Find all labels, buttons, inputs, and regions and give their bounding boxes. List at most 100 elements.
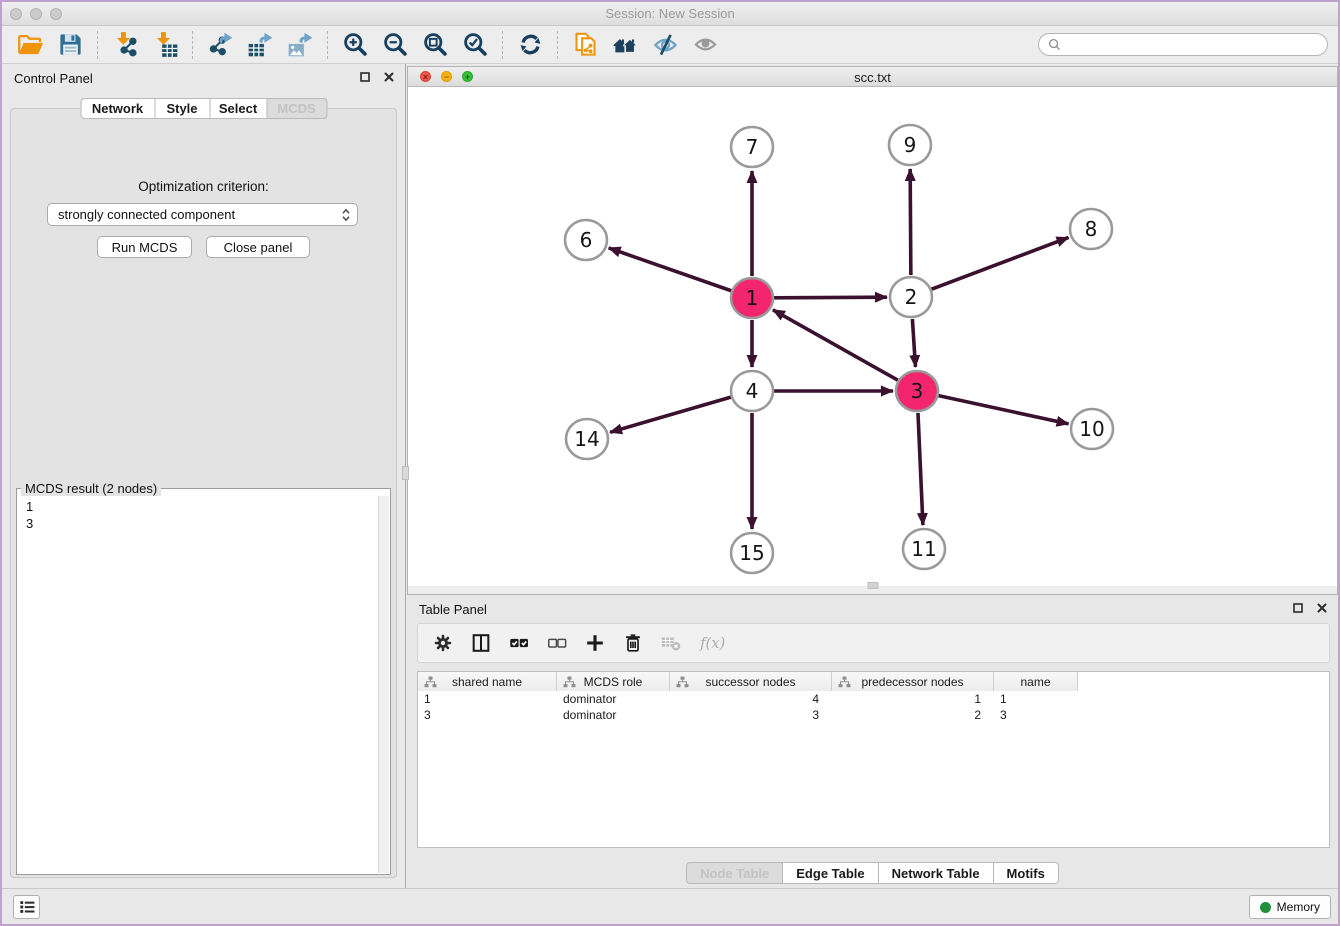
zoom-in-button[interactable] bbox=[335, 28, 375, 62]
search-input[interactable] bbox=[1067, 37, 1319, 52]
export-table-button[interactable] bbox=[240, 28, 280, 62]
first-neighbors-button[interactable] bbox=[605, 28, 645, 62]
cell-MCDS-role[interactable]: dominator bbox=[557, 707, 670, 723]
cell-predecessor-nodes[interactable]: 2 bbox=[832, 707, 994, 723]
close-panel-button[interactable]: Close panel bbox=[206, 236, 310, 258]
graph-edge-1-2[interactable] bbox=[774, 297, 887, 298]
graph-node-10[interactable]: 10 bbox=[1071, 409, 1113, 449]
show-preview-button[interactable] bbox=[685, 28, 725, 62]
deselect-all-button[interactable] bbox=[546, 632, 568, 654]
tab-edge-table[interactable]: Edge Table bbox=[783, 862, 878, 884]
tab-motifs[interactable]: Motifs bbox=[994, 862, 1059, 884]
graph-edge-3-1[interactable] bbox=[773, 310, 898, 380]
save-session-button[interactable] bbox=[50, 28, 90, 62]
column-header-MCDS-role[interactable]: MCDS role bbox=[557, 672, 670, 691]
main-toolbar-buttons bbox=[10, 28, 725, 62]
import-table-button[interactable] bbox=[145, 28, 185, 62]
column-header-successor-nodes[interactable]: successor nodes bbox=[670, 672, 832, 691]
run-mcds-button[interactable]: Run MCDS bbox=[97, 236, 192, 258]
table-row[interactable]: 1dominator411 bbox=[418, 691, 1329, 707]
tab-select[interactable]: Select bbox=[210, 98, 267, 119]
graph-node-11[interactable]: 11 bbox=[903, 529, 945, 569]
float-panel-icon[interactable] bbox=[359, 71, 371, 83]
add-column-button[interactable] bbox=[584, 632, 606, 654]
node-table-header: shared name MCDS role successor nodesprede… bbox=[418, 672, 1329, 691]
cell-MCDS-role[interactable]: dominator bbox=[557, 691, 670, 707]
task-history-button[interactable] bbox=[13, 895, 40, 919]
cell-name[interactable]: 3 bbox=[994, 707, 1078, 723]
node-label: 9 bbox=[904, 133, 917, 157]
split-resize-handle[interactable] bbox=[867, 582, 878, 589]
close-table-panel-icon[interactable] bbox=[1316, 602, 1328, 614]
graph-edge-2-3[interactable] bbox=[912, 319, 915, 367]
graph-edge-4-14[interactable] bbox=[610, 397, 731, 432]
cell-shared-name[interactable]: 1 bbox=[418, 691, 557, 707]
main-titlebar: Session: New Session bbox=[2, 2, 1338, 26]
column-header-predecessor-nodes[interactable]: predecessor nodes bbox=[832, 672, 994, 691]
graph-edge-3-10[interactable] bbox=[938, 396, 1068, 424]
tab-network[interactable]: Network bbox=[80, 98, 155, 119]
graph-edge-3-11[interactable] bbox=[918, 413, 923, 525]
graph-edge-2-8[interactable] bbox=[932, 237, 1069, 289]
mcds-result-scrollbar[interactable] bbox=[378, 496, 389, 873]
delete-columns-button[interactable] bbox=[622, 632, 644, 654]
table-row[interactable]: 3dominator323 bbox=[418, 707, 1329, 723]
cell-successor-nodes[interactable]: 3 bbox=[670, 707, 832, 723]
network-window-titlebar[interactable]: × − + scc.txt bbox=[408, 67, 1337, 87]
column-label: name bbox=[1020, 675, 1050, 689]
graph-node-4[interactable]: 4 bbox=[731, 371, 773, 411]
tab-node-table[interactable]: Node Table bbox=[686, 862, 783, 884]
network-view-window: × − + scc.txt 1 2 3 4 6 7 8 9 10 11 14 15 bbox=[407, 66, 1338, 595]
deselect-all-icon bbox=[546, 632, 568, 654]
open-session-button[interactable] bbox=[10, 28, 50, 62]
graph-node-14[interactable]: 14 bbox=[566, 419, 608, 459]
node-label: 10 bbox=[1079, 417, 1104, 441]
graph-node-6[interactable]: 6 bbox=[565, 220, 607, 260]
graph-node-8[interactable]: 8 bbox=[1070, 209, 1112, 249]
close-panel-icon[interactable] bbox=[383, 71, 395, 83]
optimization-criterion-select[interactable]: strongly connected component bbox=[47, 203, 358, 226]
clone-network-button[interactable] bbox=[565, 28, 605, 62]
panel-splitter-handle[interactable] bbox=[402, 466, 409, 480]
settings-gear-button[interactable] bbox=[432, 632, 454, 654]
column-header-name[interactable]: name bbox=[994, 672, 1078, 691]
cell-name[interactable]: 1 bbox=[994, 691, 1078, 707]
toggle-graphics-details-button[interactable] bbox=[645, 28, 685, 62]
graph-node-15[interactable]: 15 bbox=[731, 533, 773, 573]
clone-network-icon bbox=[572, 31, 599, 58]
import-network-button[interactable] bbox=[105, 28, 145, 62]
graph-node-3[interactable]: 3 bbox=[896, 371, 938, 411]
tab-mcds[interactable]: MCDS bbox=[267, 98, 327, 119]
search-box[interactable] bbox=[1038, 33, 1328, 56]
control-panel-header: Control Panel bbox=[2, 64, 405, 92]
toggle-columns-icon bbox=[470, 632, 492, 654]
column-label: MCDS role bbox=[584, 675, 643, 689]
toggle-columns-button[interactable] bbox=[470, 632, 492, 654]
network-canvas[interactable]: 1 2 3 4 6 7 8 9 10 11 14 15 bbox=[408, 87, 1337, 586]
tab-network-table[interactable]: Network Table bbox=[879, 862, 994, 884]
zoom-out-button[interactable] bbox=[375, 28, 415, 62]
memory-button[interactable]: Memory bbox=[1249, 895, 1331, 919]
graph-edge-2-9[interactable] bbox=[910, 169, 911, 275]
select-all-button[interactable] bbox=[508, 632, 530, 654]
export-image-button[interactable] bbox=[280, 28, 320, 62]
float-table-panel-icon[interactable] bbox=[1292, 602, 1304, 614]
mcds-result-box[interactable]: 13 bbox=[18, 496, 389, 873]
graph-node-1[interactable]: 1 bbox=[731, 278, 773, 318]
graph-edge-1-6[interactable] bbox=[609, 248, 732, 291]
graph-node-9[interactable]: 9 bbox=[889, 125, 931, 165]
graph-node-7[interactable]: 7 bbox=[731, 127, 773, 167]
export-network-button[interactable] bbox=[200, 28, 240, 62]
zoom-fit-button[interactable] bbox=[415, 28, 455, 62]
node-table: shared name MCDS role successor nodesprede… bbox=[417, 671, 1330, 848]
cell-successor-nodes[interactable]: 4 bbox=[670, 691, 832, 707]
graph-node-2[interactable]: 2 bbox=[890, 277, 932, 317]
cell-predecessor-nodes[interactable]: 1 bbox=[832, 691, 994, 707]
delete-columns-icon bbox=[622, 632, 644, 654]
column-header-shared-name[interactable]: shared name bbox=[418, 672, 557, 691]
zoom-selected-icon bbox=[462, 31, 489, 58]
tab-style[interactable]: Style bbox=[155, 98, 210, 119]
zoom-selected-button[interactable] bbox=[455, 28, 495, 62]
cell-shared-name[interactable]: 3 bbox=[418, 707, 557, 723]
refresh-view-button[interactable] bbox=[510, 28, 550, 62]
